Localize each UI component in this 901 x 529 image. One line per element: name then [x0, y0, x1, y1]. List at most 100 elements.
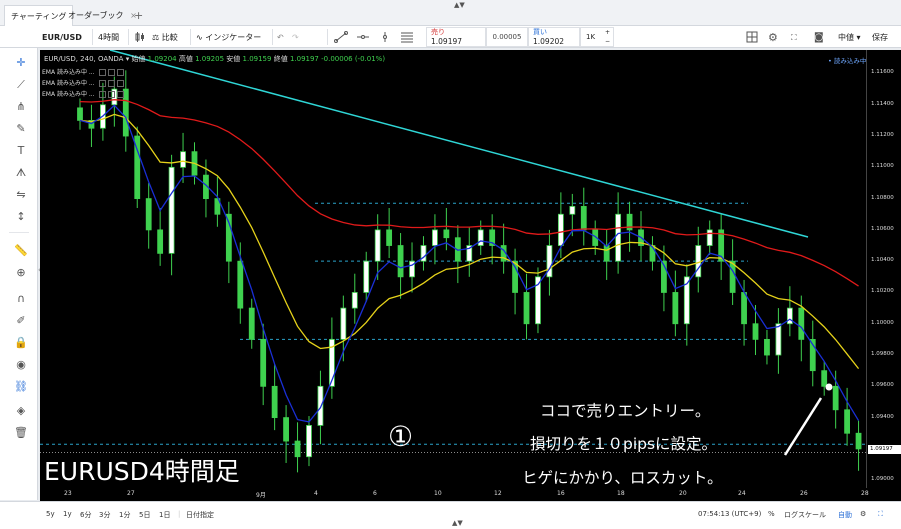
settings-gear-icon[interactable]: ⚙ [860, 510, 866, 518]
ema-label: EMA 読み込み中 ... [42, 69, 95, 76]
fullscreen-icon[interactable]: ⛶ [791, 31, 797, 44]
candle [271, 385, 278, 419]
price-tick-label: 1.10200 [871, 288, 894, 295]
percent-toggle[interactable]: % [768, 510, 775, 518]
collapse-handle-icon[interactable]: ▲▼ [452, 519, 463, 527]
symbol-selector[interactable]: EUR/USD [42, 31, 82, 44]
range-6m[interactable]: 6分 [80, 510, 91, 520]
annotation-losscut: ヒゲにかかり、ロスカット。 [522, 469, 723, 487]
toolbar-divider [92, 29, 93, 45]
link-icon[interactable]: ⛓ [14, 380, 28, 394]
price-tick-label: 1.10000 [871, 319, 894, 326]
layout-icon[interactable] [746, 31, 758, 44]
ema-indicator-row[interactable]: EMA 読み込み中 ... [42, 78, 124, 87]
layers-icon[interactable]: ◈ [14, 404, 28, 418]
price-chart[interactable] [40, 50, 866, 488]
settings-icon[interactable] [107, 91, 115, 98]
prediction-icon[interactable]: ⇋ [14, 188, 28, 202]
price-scale[interactable]: 1.11600 1.11400 1.11200 1.11000 1.10800 1.106… [866, 50, 901, 488]
eye-icon[interactable]: ◉ [14, 358, 28, 372]
time-tick-label: 12 [494, 490, 502, 497]
undo-icon[interactable]: ↶ [277, 31, 284, 44]
crosshair-icon[interactable]: ✛ [14, 56, 28, 70]
eye-icon[interactable] [98, 69, 106, 76]
close-icon[interactable] [116, 69, 124, 76]
ruler-icon[interactable]: 📏 [14, 244, 28, 258]
indicators-button[interactable]: ∿ インジケーター [196, 31, 261, 44]
candle [557, 213, 564, 246]
redo-icon[interactable]: ↷ [292, 31, 299, 44]
buy-button[interactable]: 買い 1.09202 [528, 27, 580, 47]
horizontal-line-tool-icon[interactable] [356, 31, 370, 44]
time-tick-label: 6 [373, 490, 377, 497]
quantity-value: 1K [586, 33, 596, 41]
eye-icon[interactable] [98, 80, 106, 87]
stepper-arrows-icon[interactable]: + − [605, 28, 610, 46]
price-source-dropdown[interactable]: 中値 ▾ [838, 31, 861, 44]
collapse-handle-icon[interactable]: ▲▼ [454, 1, 465, 9]
legend-symbol: EUR/USD, 240, OANDA [44, 55, 124, 63]
auto-scale-toggle[interactable]: 自動 [838, 510, 852, 520]
buy-price: 1.09202 [533, 37, 565, 46]
candle [832, 385, 839, 411]
step-marker: ① [388, 420, 414, 453]
time-tick-label: 23 [64, 490, 72, 497]
settings-gear-icon[interactable]: ⚙ [768, 31, 778, 44]
time-scale[interactable]: 23 27 9月 4 6 10 12 16 18 20 24 26 28 [40, 488, 901, 501]
eye-icon[interactable] [98, 91, 106, 98]
date-range-button[interactable]: 日付指定 [186, 510, 214, 520]
close-icon[interactable] [116, 80, 124, 87]
trendline-tool-icon[interactable] [334, 31, 348, 44]
range-3m[interactable]: 3分 [99, 510, 110, 520]
fib-tool-icon[interactable] [400, 31, 414, 44]
stay-drawing-icon[interactable]: ✐ [14, 314, 28, 328]
candle [145, 198, 152, 231]
settings-icon[interactable] [107, 69, 115, 76]
magnet-icon[interactable]: ∩ [14, 292, 28, 306]
add-tab-button[interactable]: + [134, 9, 143, 22]
range-5y[interactable]: 5y [46, 510, 55, 518]
pitchfork-icon[interactable]: ⋔ [14, 100, 28, 114]
time-tick-label: 26 [800, 490, 808, 497]
log-scale-toggle[interactable]: ログスケール [784, 510, 826, 520]
tab-bar: チャーティング オーダーブック × + ▲▼ [0, 0, 901, 26]
compare-button[interactable]: ⚖ 比較 [152, 31, 178, 44]
time-tick-label: 24 [738, 490, 746, 497]
camera-icon[interactable]: ◙ [814, 31, 824, 44]
sell-button[interactable]: 売り 1.09197 [426, 27, 486, 47]
range-1y[interactable]: 1y [63, 510, 72, 518]
annotation-stoploss: 損切りを１０pipsに設定。 [530, 435, 718, 453]
chart-legend: EUR/USD, 240, OANDA ▾ 始値 1.09204 高値 1.09… [44, 55, 386, 63]
vertical-line-tool-icon[interactable] [378, 31, 392, 44]
range-5d[interactable]: 5日 [139, 510, 150, 520]
text-tool-icon[interactable]: T [14, 144, 28, 158]
pattern-icon[interactable]: ᗑ [14, 166, 28, 180]
time-tick-label: 16 [557, 490, 565, 497]
line-tool-icon[interactable]: ⟋ [14, 78, 28, 92]
trash-icon[interactable]: 🗑 [14, 426, 28, 440]
drawing-toolbar: ✛ ⟋ ⋔ ✎ T ᗑ ⇋ ↕ 📏 ⊕ ∩ ✐ 🔒 ◉ ⛓ ◈ 🗑 [0, 48, 38, 500]
close-icon[interactable] [116, 91, 124, 98]
ema-indicator-row[interactable]: EMA 読み込み中 ... [42, 67, 124, 76]
interval-selector[interactable]: 4時間 [98, 31, 119, 44]
settings-icon[interactable] [107, 80, 115, 87]
tab-orderbook[interactable]: オーダーブック × [62, 5, 143, 26]
candle [615, 213, 622, 262]
indicator-icon: ∿ [196, 33, 203, 42]
candle [237, 260, 244, 309]
zoom-icon[interactable]: ⊕ [14, 266, 28, 280]
save-button[interactable]: 保存 [872, 31, 888, 44]
candle-type-icon[interactable] [134, 31, 146, 44]
range-1m[interactable]: 1分 [119, 510, 130, 520]
candle [523, 292, 530, 325]
candle [248, 307, 255, 340]
tab-label: オーダーブック [68, 11, 124, 20]
brush-icon[interactable]: ✎ [14, 122, 28, 136]
range-1d[interactable]: 1日 [159, 510, 170, 520]
lock-icon[interactable]: 🔒 [14, 336, 28, 350]
candle [512, 260, 518, 293]
ema-indicator-row[interactable]: EMA 読み込み中 ... [42, 89, 124, 98]
measure-arrow-icon[interactable]: ↕ [14, 210, 28, 224]
fullscreen-icon[interactable]: ⛶ [878, 510, 883, 519]
quantity-stepper[interactable]: 1K + − [580, 27, 614, 47]
